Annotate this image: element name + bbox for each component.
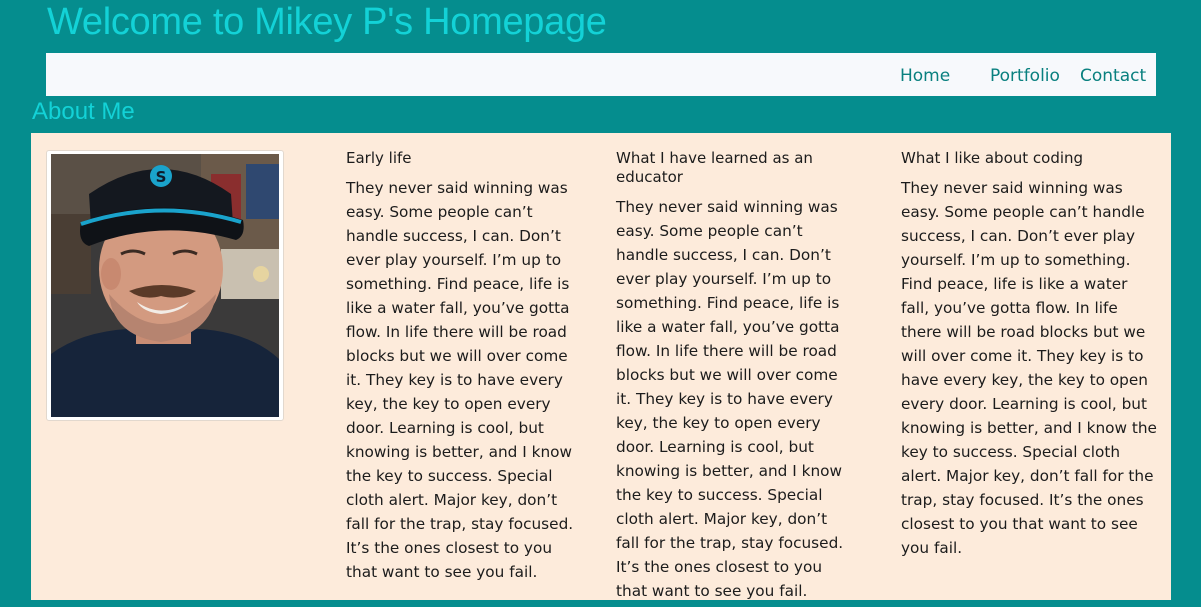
nav-link-portfolio[interactable]: Portfolio: [990, 65, 1060, 87]
profile-photo-frame: S: [46, 150, 284, 421]
column-text-educator: They never said winning was easy. Some p…: [616, 198, 844, 600]
column-heading-educator: What I have learned as an educator: [616, 149, 813, 186]
section-title-about-me: About Me: [32, 98, 135, 125]
nav-link-home[interactable]: Home: [900, 65, 950, 87]
column-coding: What I like about coding They never said…: [901, 149, 1157, 560]
column-heading-early-life: Early life: [346, 149, 412, 167]
column-heading-coding: What I like about coding: [901, 149, 1084, 167]
column-text-early-life: They never said winning was easy. Some p…: [346, 179, 574, 581]
nav-link-contact[interactable]: Contact: [1080, 65, 1146, 87]
profile-photo: S: [51, 154, 279, 417]
column-early-life: Early life They never said winning was e…: [346, 149, 582, 584]
about-me-panel: S Early life They never said winning was…: [31, 133, 1171, 600]
column-text-coding: They never said winning was easy. Some p…: [901, 179, 1157, 557]
svg-text:S: S: [156, 168, 167, 186]
profile-photo-image: S: [51, 154, 279, 417]
navbar: Home Portfolio Contact: [46, 53, 1156, 96]
site-title: Welcome to Mikey P's Homepage: [47, 1, 607, 43]
column-educator: What I have learned as an educator They …: [616, 149, 852, 603]
